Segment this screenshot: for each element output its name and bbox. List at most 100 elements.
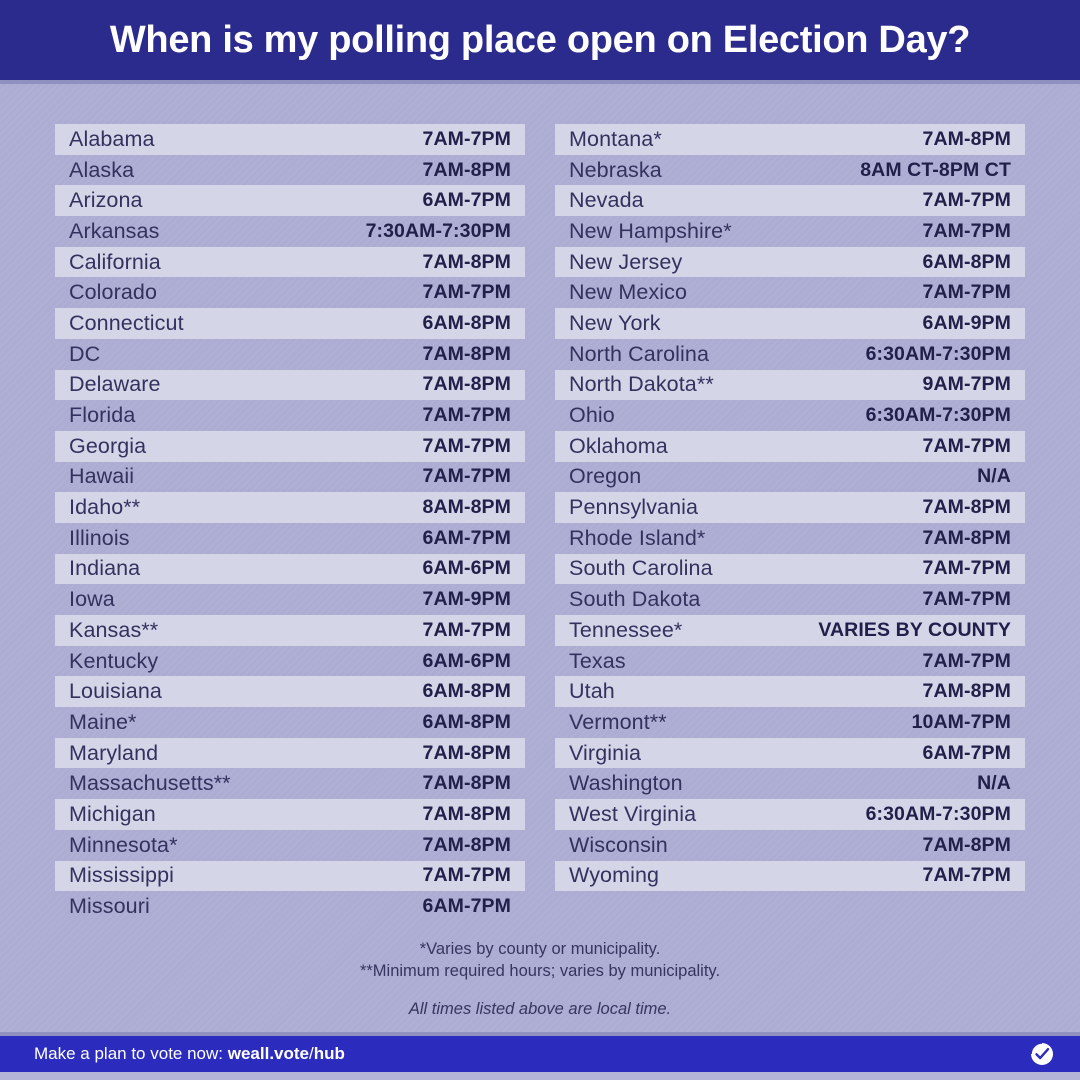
footer-bottom-strip	[0, 1072, 1080, 1080]
state-name: Oregon	[569, 464, 642, 489]
table-row: Delaware 7AM-8PM	[55, 369, 525, 401]
table-row: Mississippi 7AM-7PM	[55, 860, 525, 892]
polling-hours: 7AM-8PM	[422, 158, 511, 181]
state-name: West Virginia	[569, 801, 697, 826]
polling-hours: VARIES BY COUNTY	[818, 618, 1011, 641]
state-name: New Hampshire*	[569, 218, 732, 243]
polling-hours: 9AM-7PM	[922, 373, 1011, 396]
table-row: Wyoming 7AM-7PM	[555, 860, 1025, 892]
state-name: Oklahoma	[569, 433, 668, 458]
footnotes: *Varies by county or municipality. **Min…	[0, 938, 1080, 1019]
table-row: Montana* 7AM-8PM	[555, 124, 1025, 155]
table-row: Utah 7AM-8PM	[555, 676, 1025, 708]
polling-hours-table: Alabama 7AM-7PM Alaska 7AM-8PM Arizona 6AM-7P…	[0, 124, 1080, 922]
polling-hours: 8AM-8PM	[422, 496, 511, 519]
table-row: Hawaii 7AM-7PM	[55, 462, 525, 493]
table-row: North Carolina 6:30AM-7:30PM	[555, 339, 1025, 370]
state-name: Nebraska	[569, 157, 662, 182]
polling-hours: 7AM-7PM	[922, 864, 1011, 887]
polling-hours: 7AM-8PM	[422, 833, 511, 856]
table-row: Maine* 6AM-8PM	[55, 707, 525, 738]
state-name: Montana*	[569, 126, 662, 151]
table-row: West Virginia 6:30AM-7:30PM	[555, 799, 1025, 830]
state-name: Florida	[69, 403, 136, 428]
state-name: Vermont**	[569, 709, 667, 734]
table-row: Colorado 7AM-7PM	[55, 277, 525, 308]
polling-hours: 6:30AM-7:30PM	[865, 404, 1011, 427]
table-row: Nevada 7AM-7PM	[555, 185, 1025, 217]
table-row: Missouri 6AM-7PM	[55, 891, 525, 922]
table-row: Nebraska 8AM CT-8PM CT	[555, 155, 1025, 186]
polling-hours: 7AM-7PM	[922, 649, 1011, 672]
polling-hours: 6AM-8PM	[922, 250, 1011, 273]
polling-hours: 7AM-7PM	[422, 404, 511, 427]
polling-hours: 6:30AM-7:30PM	[865, 342, 1011, 365]
polling-hours: N/A	[977, 465, 1011, 488]
table-row: Texas 7AM-7PM	[555, 646, 1025, 677]
polling-hours: 7AM-7PM	[922, 219, 1011, 242]
polling-hours: 6AM-7PM	[422, 189, 511, 212]
state-name: Mississippi	[69, 863, 175, 888]
state-name: Kentucky	[69, 648, 159, 673]
table-row: Arizona 6AM-7PM	[55, 185, 525, 217]
state-name: Hawaii	[69, 464, 135, 489]
state-name: Pennsylvania	[569, 495, 699, 520]
polling-hours: 6AM-7PM	[422, 895, 511, 918]
state-name: New York	[569, 310, 661, 335]
polling-hours: 7AM-9PM	[422, 588, 511, 611]
polling-hours: 7AM-8PM	[422, 373, 511, 396]
polling-hours: 7AM-8PM	[922, 680, 1011, 703]
header-bar: When is my polling place open on Electio…	[0, 0, 1080, 80]
footer-url-domain: weall.vote	[227, 1044, 309, 1063]
table-row: South Dakota 7AM-7PM	[555, 584, 1025, 615]
polling-hours: 6AM-6PM	[422, 557, 511, 580]
state-name: New Mexico	[569, 280, 688, 305]
state-name: Idaho**	[69, 495, 141, 520]
polling-hours: 6AM-6PM	[422, 649, 511, 672]
table-row: Connecticut 6AM-8PM	[55, 308, 525, 339]
state-name: Illinois	[69, 525, 130, 550]
table-row: New York 6AM-9PM	[555, 308, 1025, 339]
state-name: North Dakota**	[569, 372, 714, 397]
polling-hours: 6AM-8PM	[422, 311, 511, 334]
state-name: Louisiana	[69, 679, 162, 704]
polling-hours: 7AM-8PM	[922, 127, 1011, 150]
table-row: Ohio 6:30AM-7:30PM	[555, 400, 1025, 431]
state-name: Utah	[569, 679, 615, 704]
state-name: Washington	[569, 771, 683, 796]
polling-hours: 7AM-8PM	[422, 772, 511, 795]
table-row: New Hampshire* 7AM-7PM	[555, 216, 1025, 247]
table-row: Oklahoma 7AM-7PM	[555, 430, 1025, 462]
footer-cta[interactable]: Make a plan to vote now: weall.vote/hub	[34, 1044, 345, 1064]
state-name: Iowa	[69, 587, 115, 612]
table-row: Kentucky 6AM-6PM	[55, 646, 525, 677]
state-name: Michigan	[69, 801, 156, 826]
state-name: Missouri	[69, 894, 150, 919]
table-row: Rhode Island* 7AM-8PM	[555, 523, 1025, 554]
polling-hours: 6AM-7PM	[422, 526, 511, 549]
polling-hours: 6:30AM-7:30PM	[865, 802, 1011, 825]
polling-hours: 8AM CT-8PM CT	[860, 158, 1011, 181]
table-row: Oregon N/A	[555, 462, 1025, 493]
state-name: South Carolina	[569, 556, 713, 581]
table-row: Maryland 7AM-8PM	[55, 737, 525, 769]
state-name: Georgia	[69, 433, 147, 458]
polling-hours: 7AM-8PM	[922, 496, 1011, 519]
state-name: Delaware	[69, 372, 161, 397]
polling-hours: 6AM-7PM	[922, 741, 1011, 764]
footnote-double-asterisk: **Minimum required hours; varies by muni…	[359, 962, 721, 980]
state-name: Tennessee*	[569, 617, 683, 642]
polling-hours: 7AM-7PM	[922, 434, 1011, 457]
state-name: Ohio	[569, 403, 615, 428]
state-name: Maryland	[69, 740, 159, 765]
table-row: Iowa 7AM-9PM	[55, 584, 525, 615]
polling-hours: 7AM-7PM	[422, 281, 511, 304]
polling-hours: 6AM-9PM	[922, 311, 1011, 334]
footer-bar: Make a plan to vote now: weall.vote/hub	[0, 1036, 1080, 1072]
table-row: Minnesota* 7AM-8PM	[55, 830, 525, 861]
polling-hours: 7AM-8PM	[422, 741, 511, 764]
polling-hours: 7AM-7PM	[422, 434, 511, 457]
polling-hours: 7AM-8PM	[422, 802, 511, 825]
table-row: Pennsylvania 7AM-8PM	[555, 492, 1025, 523]
table-row: Arkansas 7:30AM-7:30PM	[55, 216, 525, 247]
